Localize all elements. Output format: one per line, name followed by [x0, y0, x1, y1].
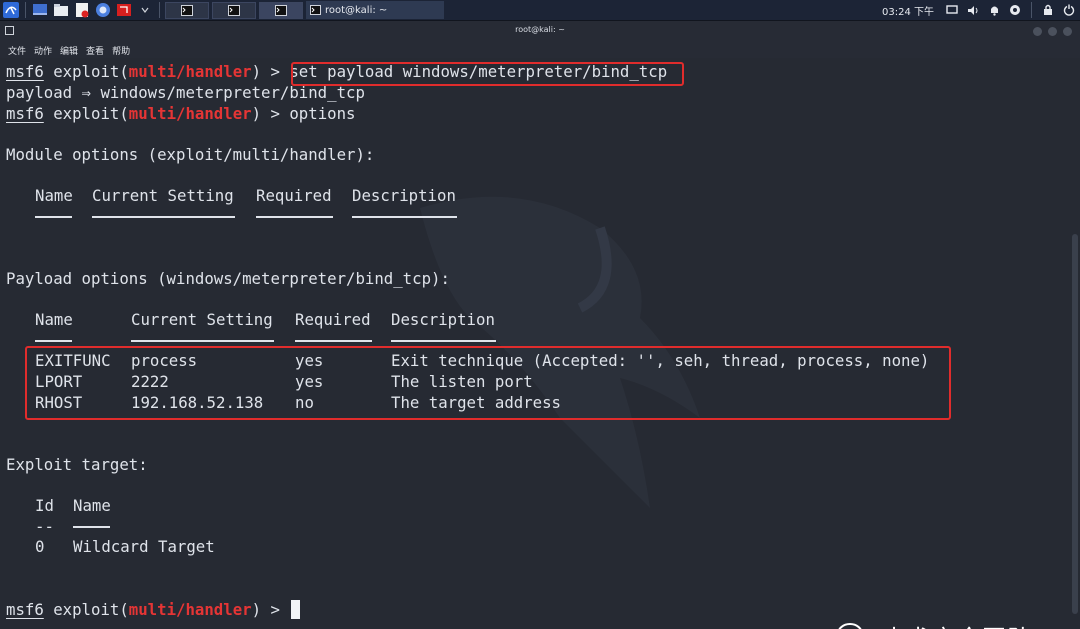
prompt-module: multi/handler [128, 104, 252, 123]
maximize-button[interactable] [1048, 27, 1057, 36]
minimize-button[interactable] [1033, 27, 1042, 36]
notification-bell-icon[interactable] [987, 3, 1001, 17]
top-panel: root@kali: ~ 03:24 下午 [0, 0, 1080, 21]
payload-header-underline [131, 340, 274, 342]
lock-icon[interactable] [1041, 3, 1055, 17]
payload-header-underline [391, 340, 496, 342]
watermark: 赤弋安全团队 [836, 619, 1032, 629]
prompt-arrow: ) > [251, 62, 290, 81]
prompt-arrow: ) > [251, 600, 290, 619]
prompt-exploit: exploit( [43, 600, 129, 619]
menu-actions[interactable]: 动作 [34, 44, 52, 57]
taskbar-window-button[interactable]: root@kali: ~ [306, 1, 444, 19]
chevron-down-icon[interactable] [136, 1, 154, 19]
exploit-target-heading: Exploit target: [6, 455, 148, 474]
window-controls [1033, 27, 1072, 36]
power-manager-icon[interactable] [1008, 3, 1022, 17]
prompt-line-3: msf6 exploit(multi/handler) > [6, 600, 301, 619]
target-header-underline [73, 526, 110, 528]
module-header-current-setting: Current Setting [92, 186, 234, 205]
payload-header-description: Description [391, 310, 495, 329]
panel-separator [1031, 2, 1032, 18]
target-id-underline: -- [35, 517, 54, 536]
module-header-name: Name [35, 186, 73, 205]
window-titlebar[interactable]: root@kali: ~ [0, 21, 1080, 42]
taskbar-window-label: root@kali: ~ [325, 4, 388, 16]
prompt-exploit: exploit( [43, 104, 129, 123]
terminal-area[interactable]: msf6 exploit(multi/handler) > set payloa… [0, 58, 1080, 629]
target-header-id: Id [35, 496, 54, 515]
target-row-id: 0 [35, 537, 45, 556]
prompt-module: multi/handler [128, 62, 252, 81]
menu-help[interactable]: 帮助 [112, 44, 130, 57]
watermark-text: 赤弋安全团队 [882, 619, 1032, 629]
payload-header-current-setting: Current Setting [131, 310, 273, 329]
terminal-icon [310, 5, 321, 15]
command-options: options [289, 104, 356, 123]
terminal-scrollbar[interactable] [1072, 234, 1078, 614]
module-options-heading: Module options (exploit/multi/handler): [6, 145, 375, 164]
panel-separator [159, 2, 160, 18]
module-header-underline [256, 216, 333, 218]
prompt-module: multi/handler [128, 600, 252, 619]
prompt-msf6: msf6 [6, 62, 44, 81]
payload-header-name: Name [35, 310, 73, 329]
payload-header-required: Required [295, 310, 371, 329]
panel-launchers [2, 1, 303, 19]
text-editor-icon[interactable] [73, 1, 91, 19]
workspace-3-button[interactable] [259, 1, 303, 19]
clock[interactable]: 03:24 下午 [882, 3, 934, 18]
browser-icon[interactable] [94, 1, 112, 19]
window-title: root@kali: ~ [515, 25, 565, 34]
display-icon[interactable] [945, 3, 959, 17]
kali-menu-icon[interactable] [2, 1, 20, 19]
prompt-line-2: msf6 exploit(multi/handler) > options [6, 105, 355, 123]
target-header-name: Name [73, 496, 111, 515]
menu-bar: 文件 动作 编辑 查看 帮助 [0, 42, 1080, 58]
logout-icon[interactable] [1062, 3, 1076, 17]
show-desktop-icon[interactable] [31, 1, 49, 19]
module-header-required: Required [256, 186, 332, 205]
module-header-description: Description [352, 186, 456, 205]
close-button[interactable] [1063, 27, 1072, 36]
app-launcher-icon[interactable] [115, 1, 133, 19]
menu-file[interactable]: 文件 [8, 44, 26, 57]
module-header-underline [92, 216, 235, 218]
prompt-msf6: msf6 [6, 104, 44, 123]
payload-header-underline [295, 340, 372, 342]
payload-options-heading: Payload options (windows/meterpreter/bin… [6, 269, 450, 288]
payload-header-underline [35, 340, 72, 342]
highlight-box-payload-options [25, 346, 951, 420]
menu-edit[interactable]: 编辑 [60, 44, 78, 57]
prompt-msf6: msf6 [6, 600, 44, 619]
module-header-underline [35, 216, 72, 218]
module-header-underline [352, 216, 457, 218]
file-manager-icon[interactable] [52, 1, 70, 19]
panel-separator [25, 2, 26, 18]
target-row-name: Wildcard Target [73, 537, 215, 556]
menu-view[interactable]: 查看 [86, 44, 104, 57]
panel-tray: 03:24 下午 [882, 1, 1076, 19]
volume-icon[interactable] [966, 3, 980, 17]
prompt-arrow: ) > [251, 104, 290, 123]
workspace-2-button[interactable] [212, 1, 256, 19]
prompt-exploit: exploit( [43, 62, 129, 81]
terminal-cursor [291, 600, 301, 619]
payload-confirmation-line: payload ⇒ windows/meterpreter/bind_tcp [6, 83, 365, 102]
workspace-1-button[interactable] [165, 1, 209, 19]
wechat-icon [838, 622, 862, 629]
